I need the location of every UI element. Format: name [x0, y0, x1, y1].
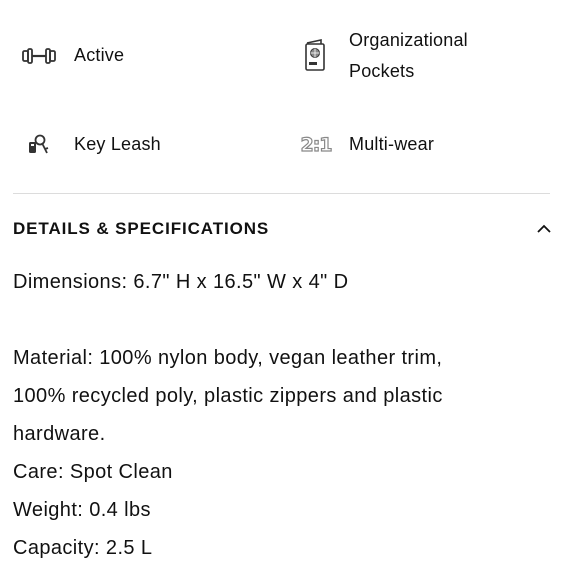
spec-capacity: Capacity: 2.5 L [13, 537, 153, 559]
spec-material-line: hardware. [13, 423, 106, 445]
spec-care: Care: Spot Clean [13, 461, 173, 483]
feature-organizational-pockets-label: Organizational Pockets [349, 30, 468, 81]
spec-dimensions: Dimensions: 6.7" H x 16.5" W x 4" D [13, 271, 349, 293]
keys-icon [26, 133, 50, 157]
spec-weight: Weight: 0.4 lbs [13, 499, 151, 521]
two-in-one-icon-text: 2:1 [300, 133, 333, 156]
dumbbell-icon [22, 46, 56, 66]
spec-material-line: Material: 100% nylon body, vegan leather… [13, 347, 443, 369]
passport-icon [304, 38, 326, 72]
product-details-page: Active Organizational Pockets Key Leash … [0, 0, 580, 580]
feature-multi-wear-label: Multi-wear [349, 134, 435, 154]
two-in-one-icon: 2:1 [300, 133, 333, 157]
section-divider [13, 193, 550, 194]
details-section-title: DETAILS & SPECIFICATIONS [13, 219, 270, 238]
feature-key-leash-label: Key Leash [74, 134, 161, 154]
chevron-up-icon[interactable] [535, 221, 553, 235]
details-accordion-toggle[interactable]: DETAILS & SPECIFICATIONS [13, 213, 553, 245]
feature-active-label: Active [74, 45, 125, 65]
spec-material-line: 100% recycled poly, plastic zippers and … [13, 385, 443, 407]
